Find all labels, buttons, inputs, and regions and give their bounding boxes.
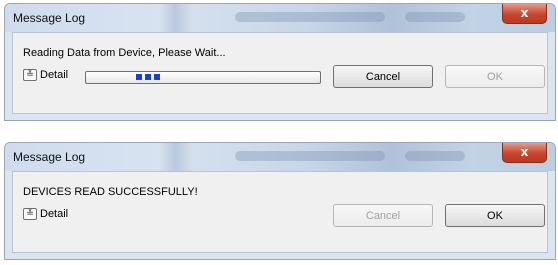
message-log-dialog-success: Message Log x DEVICES READ SUCCESSFULLY!… — [4, 142, 556, 260]
dialog-client-area: Reading Data from Device, Please Wait...… — [12, 32, 548, 114]
close-button[interactable]: x — [502, 143, 547, 163]
close-button[interactable]: x — [502, 4, 547, 24]
chevron-double-down-icon: ≚ — [23, 69, 37, 81]
cancel-button-label: Cancel — [365, 209, 401, 222]
background-blur — [405, 12, 465, 22]
title-bar[interactable]: Message Log x — [5, 143, 555, 171]
detail-label: Detail — [40, 208, 69, 220]
status-message: Reading Data from Device, Please Wait... — [23, 47, 226, 59]
dialog-client-area: DEVICES READ SUCCESSFULLY! ≚ Detail Canc… — [12, 171, 548, 253]
cancel-button-label: Cancel — [365, 70, 401, 83]
message-log-dialog-reading: Message Log x Reading Data from Device, … — [4, 3, 556, 121]
background-blur — [405, 151, 465, 161]
close-icon: x — [520, 6, 529, 20]
status-message: DEVICES READ SUCCESSFULLY! — [23, 186, 198, 198]
detail-label: Detail — [40, 69, 69, 81]
ok-button[interactable]: OK — [445, 204, 545, 227]
background-blur — [235, 151, 385, 161]
ok-button[interactable]: OK — [445, 65, 545, 88]
window-title: Message Log — [13, 150, 86, 164]
progress-block — [145, 74, 151, 80]
ok-button-label: OK — [487, 209, 503, 222]
window-title: Message Log — [13, 11, 86, 25]
progress-bar — [85, 71, 321, 84]
progress-marquee — [136, 74, 160, 80]
close-icon: x — [520, 145, 529, 159]
detail-toggle[interactable]: ≚ Detail — [23, 69, 68, 81]
background-blur — [235, 12, 385, 22]
title-bar[interactable]: Message Log x — [5, 4, 555, 32]
progress-block — [154, 74, 160, 80]
chevron-double-down-icon: ≚ — [23, 208, 37, 220]
cancel-button[interactable]: Cancel — [333, 65, 433, 88]
detail-toggle[interactable]: ≚ Detail — [23, 208, 68, 220]
cancel-button[interactable]: Cancel — [333, 204, 433, 227]
ok-button-label: OK — [487, 70, 503, 83]
progress-block — [136, 74, 142, 80]
